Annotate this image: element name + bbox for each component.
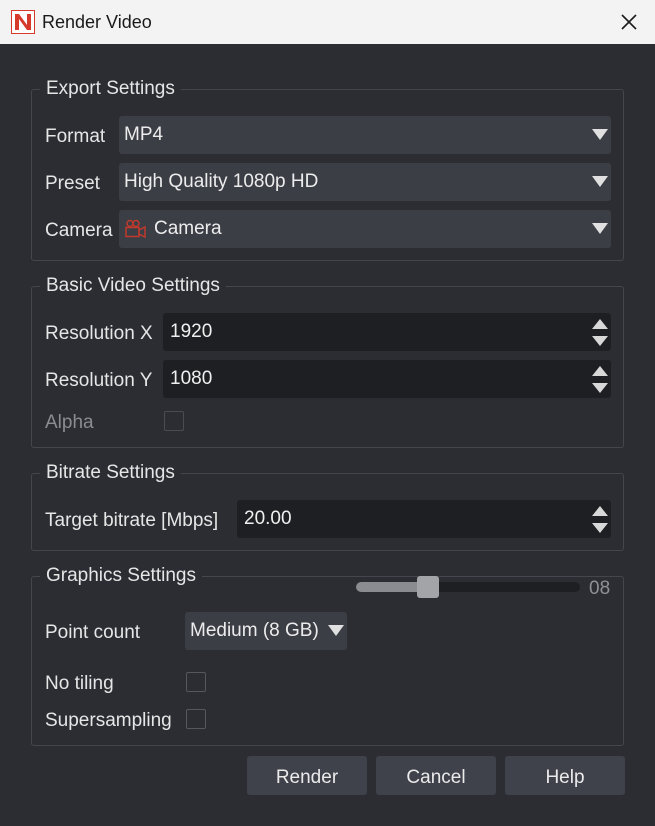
resolution-y-label: Resolution Y [45, 370, 153, 391]
resolution-x-input[interactable]: 1920 [163, 313, 611, 351]
point-count-value: Medium (8 GB) [190, 620, 319, 641]
no-tiling-label: No tiling [45, 673, 114, 694]
target-bitrate-input[interactable]: 20.00 [237, 500, 611, 538]
chevron-down-icon [592, 129, 608, 140]
window-title: Render Video [42, 12, 152, 32]
target-bitrate-label: Target bitrate [Mbps] [45, 510, 219, 531]
alpha-label: Alpha [45, 412, 94, 433]
bitrate-settings-title: Bitrate Settings [40, 462, 181, 484]
title-bar: Render Video [0, 0, 655, 44]
spin-down-icon[interactable] [591, 334, 609, 348]
close-button[interactable] [612, 6, 646, 38]
spin-up-icon[interactable] [591, 317, 609, 331]
export-settings-title: Export Settings [40, 78, 181, 100]
resolution-x-label: Resolution X [45, 323, 153, 344]
graphics-settings-title: Graphics Settings [40, 565, 202, 587]
chevron-down-icon [328, 625, 344, 636]
supersampling-checkbox[interactable] [186, 709, 206, 729]
resolution-x-value: 1920 [170, 321, 213, 342]
render-app-icon [11, 10, 35, 34]
point-count-slider[interactable] [356, 576, 580, 598]
camera-icon [125, 219, 146, 239]
format-label: Format [45, 126, 106, 147]
cancel-button[interactable]: Cancel [376, 756, 496, 795]
spin-up-icon[interactable] [591, 504, 609, 518]
slider-handle[interactable] [417, 576, 439, 598]
chevron-down-icon [592, 223, 608, 234]
spin-down-icon[interactable] [591, 381, 609, 395]
camera-label: Camera [45, 220, 113, 241]
target-bitrate-value: 20.00 [244, 508, 292, 529]
help-button[interactable]: Help [505, 756, 625, 795]
close-icon [621, 14, 637, 30]
no-tiling-checkbox[interactable] [186, 672, 206, 692]
basic-video-settings-title: Basic Video Settings [40, 275, 226, 297]
point-count-dropdown[interactable]: Medium (8 GB) [185, 612, 347, 650]
preset-value: High Quality 1080p HD [124, 171, 319, 192]
resolution-y-value: 1080 [170, 368, 213, 389]
format-dropdown[interactable]: MP4 [119, 116, 611, 154]
spin-down-icon[interactable] [591, 521, 609, 535]
preset-dropdown[interactable]: High Quality 1080p HD [119, 163, 611, 201]
resolution-y-input[interactable]: 1080 [163, 360, 611, 398]
format-value: MP4 [124, 124, 164, 145]
spin-up-icon[interactable] [591, 364, 609, 378]
camera-dropdown[interactable]: Camera [119, 210, 611, 248]
alpha-checkbox[interactable] [164, 411, 184, 431]
point-count-label: Point count [45, 622, 141, 643]
camera-value: Camera [154, 218, 222, 239]
chevron-down-icon [592, 176, 608, 187]
slider-value: 08 [589, 578, 611, 599]
render-button[interactable]: Render [247, 756, 367, 795]
supersampling-label: Supersampling [45, 710, 172, 731]
preset-label: Preset [45, 173, 100, 194]
